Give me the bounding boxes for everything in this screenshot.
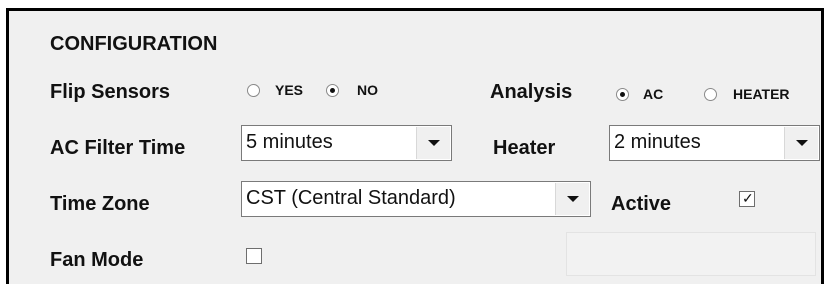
time-zone-label: Time Zone bbox=[50, 193, 150, 215]
section-title: CONFIGURATION bbox=[50, 33, 218, 55]
flip-sensors-no-label[interactable]: NO bbox=[357, 82, 378, 98]
ac-filter-time-value: 5 minutes bbox=[246, 131, 333, 153]
flip-sensors-label: Flip Sensors bbox=[50, 81, 171, 103]
fan-mode-label: Fan Mode bbox=[50, 249, 144, 271]
active-checkbox[interactable]: ✓ bbox=[739, 190, 755, 207]
time-zone-dropdown-button[interactable] bbox=[555, 183, 589, 215]
analysis-label: Analysis bbox=[490, 81, 573, 103]
faded-button-placeholder bbox=[566, 232, 816, 276]
time-zone-select[interactable]: CST (Central Standard) bbox=[241, 181, 591, 217]
ac-filter-time-label: AC Filter Time bbox=[50, 137, 186, 159]
fan-mode-checkbox[interactable] bbox=[246, 248, 262, 264]
flip-sensors-yes-label[interactable]: YES bbox=[275, 82, 303, 98]
time-zone-value: CST (Central Standard) bbox=[246, 187, 456, 209]
analysis-heater-radio[interactable] bbox=[704, 88, 717, 101]
chevron-down-icon bbox=[427, 140, 440, 146]
analysis-heater-label[interactable]: HEATER bbox=[733, 86, 790, 102]
checkmark-icon: ✓ bbox=[742, 190, 754, 206]
analysis-ac-radio[interactable] bbox=[616, 88, 629, 101]
heater-value: 2 minutes bbox=[614, 131, 701, 153]
analysis-ac-label[interactable]: AC bbox=[643, 86, 663, 102]
chevron-down-icon bbox=[566, 196, 579, 202]
ac-filter-time-select[interactable]: 5 minutes bbox=[241, 125, 452, 161]
heater-select[interactable]: 2 minutes bbox=[609, 125, 820, 161]
heater-dropdown-button[interactable] bbox=[784, 127, 818, 159]
heater-label: Heater bbox=[493, 137, 556, 159]
ac-filter-time-dropdown-button[interactable] bbox=[416, 127, 450, 159]
active-label: Active bbox=[611, 193, 672, 215]
flip-sensors-no-radio[interactable] bbox=[326, 84, 339, 97]
flip-sensors-yes-radio[interactable] bbox=[247, 84, 260, 97]
chevron-down-icon bbox=[795, 140, 808, 146]
